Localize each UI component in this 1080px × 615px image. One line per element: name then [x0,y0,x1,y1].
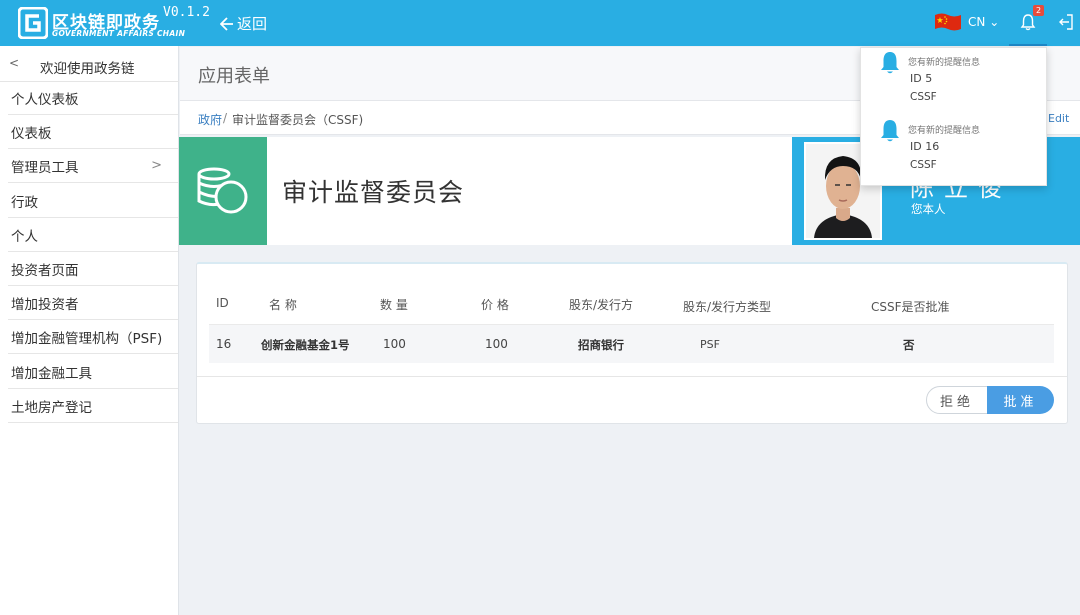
language-select[interactable]: CN ⌄ [968,15,999,29]
notification-heading: 您有新的提醒信息 [908,126,981,136]
bell-icon [881,120,899,142]
column-header-cssf-approved: CSSF是否批准 [871,300,950,314]
app-logo[interactable]: 区块链即政务 GOVERNMENT AFFAIRS CHAIN [18,7,185,41]
notification-heading: 您有新的提醒信息 [908,58,981,68]
sidebar-item-label: 投资者页面 [11,262,79,279]
notification-dropdown: 您有新的提醒信息 ID 5 CSSF 您有新的提醒信息 ID 16 CSSF [860,47,1047,186]
sidebar-item-personal[interactable]: 个人 [8,218,178,252]
sidebar-item-personal-dashboard[interactable]: 个人仪表板 [8,81,178,115]
table-cell-name: 创新金融基金1号 [261,338,350,352]
sidebar-item-label: 管理员工具 [11,159,79,176]
logo-subtitle: GOVERNMENT AFFAIRS CHAIN [52,29,186,38]
notification-type: CSSF [910,91,937,103]
reject-button[interactable]: 拒绝 [926,386,988,414]
sidebar-item-label: 仪表板 [11,125,52,142]
logo-mark-icon [18,7,48,39]
column-header-price: 价 格 [481,298,509,312]
bell-icon [881,52,899,74]
sidebar-item-label: 增加金融管理机构（PSF) [11,330,163,347]
table-cell-issuer-type: PSF [700,338,720,351]
banner-title: 审计监督委员会 [282,178,465,207]
page-title: 应用表单 [198,66,270,87]
sidebar-item-label: 增加金融工具 [11,365,92,382]
column-header-issuer-type: 股东/发行方类型 [683,300,772,314]
notification-item[interactable]: 您有新的提醒信息 ID 16 CSSF [861,116,1048,182]
notification-type: CSSF [910,159,937,171]
sidebar-header-label: 欢迎使用政务链 [40,61,135,77]
back-button[interactable]: 返回 [220,13,267,34]
sidebar-item-label: 行政 [11,194,38,211]
sidebar-item-label: 个人仪表板 [11,91,79,108]
notification-id: ID 16 [910,140,940,153]
table-cell-price: 100 [485,337,508,351]
sidebar-item-label: 土地房产登记 [11,399,92,416]
sidebar-item-admin-tools[interactable]: 管理员工具 > [8,149,178,183]
sidebar-item-investor-page[interactable]: 投资者页面 [8,252,178,286]
version-label: V0.1.2 [163,5,210,20]
table-cell-cssf-approved: 否 [903,338,915,352]
coins-icon [197,167,248,214]
sidebar-item-land-registry[interactable]: 土地房产登记 [8,389,178,423]
breadcrumb-separator: / [223,111,228,125]
logout-icon[interactable] [1058,13,1074,31]
active-tab-indicator [1009,44,1047,46]
sidebar-item-label: 个人 [11,228,38,245]
back-label: 返回 [237,15,268,33]
coins-icon-box [179,137,267,245]
sidebar-item-add-financial-instrument[interactable]: 增加金融工具 [8,355,178,389]
column-header-id: ID [216,296,229,310]
notification-id: ID 5 [910,72,933,85]
arrow-left-icon [220,16,233,31]
card-divider [197,376,1067,377]
sidebar-item-label: 增加投资者 [11,296,79,313]
column-header-issuer: 股东/发行方 [569,298,634,312]
sidebar-item-add-investor[interactable]: 增加投资者 [8,286,178,320]
breadcrumb-link-government[interactable]: 政府 [198,111,222,128]
china-flag-icon[interactable] [934,12,962,32]
column-header-quantity: 数 量 [380,298,408,312]
notification-badge: 2 [1033,5,1045,16]
column-header-name: 名 称 [269,298,297,312]
sidebar-header[interactable]: < 欢迎使用政务链 [0,46,179,82]
table-cell-quantity: 100 [383,337,406,351]
sidebar-item-dashboard[interactable]: 仪表板 [8,115,178,149]
table-cell-issuer: 招商银行 [578,338,624,352]
notification-item[interactable]: 您有新的提醒信息 ID 5 CSSF [861,48,1048,114]
breadcrumb-current: 审计监督委员会（CSSF) [232,113,364,127]
chevron-left-icon[interactable]: < [9,56,19,70]
approve-button[interactable]: 批准 [987,386,1054,414]
chevron-down-icon: ⌄ [989,15,1000,29]
language-label: CN [968,15,986,29]
edit-link[interactable]: Edit [1048,112,1069,125]
profile-subtitle: 您本人 [911,202,946,216]
sidebar-item-add-psf[interactable]: 增加金融管理机构（PSF) [8,320,178,354]
chevron-right-icon: > [151,158,162,173]
sidebar-item-administration[interactable]: 行政 [8,184,178,218]
table-cell-id: 16 [216,337,232,351]
